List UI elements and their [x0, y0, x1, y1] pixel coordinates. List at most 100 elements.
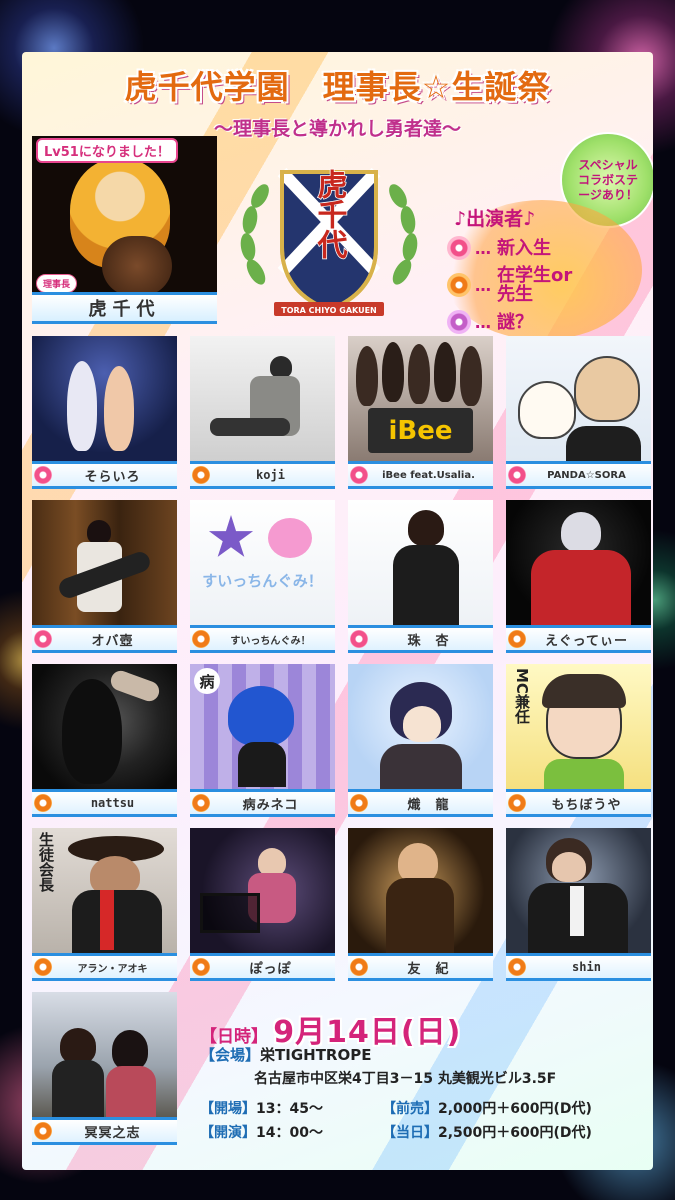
performer-name: PANDA☆SORA [547, 469, 626, 481]
performer-card: ぽっぽ [190, 828, 335, 983]
orange-flower-icon [508, 794, 526, 812]
door-price: 2,500円＋600円(D代) [438, 1125, 592, 1141]
performer-card: すいっちんぐみ！ すいっちんぐみ！ [190, 500, 335, 655]
orange-flower-icon [192, 794, 210, 812]
performer-name: nattsu [90, 796, 135, 810]
performer-name: 珠 杏 [407, 633, 450, 649]
venue-address: 名古屋市中区栄4丁目3－15 丸美観光ビル3.5F [254, 1071, 557, 1087]
pink-flower-icon [508, 466, 526, 484]
open-time-row: 【開場】13：45〜 [200, 1098, 323, 1118]
performer-card: 熾 龍 [348, 664, 493, 819]
performer-photo: iBee [348, 336, 493, 461]
cast-legend-item: … 在学生or先生 [447, 266, 577, 304]
performer-name: そらいろ [84, 469, 141, 485]
performer-name: 病みネコ [242, 797, 299, 813]
orange-flower-icon [447, 273, 471, 297]
performer-name: iBee feat.Usalia. [382, 469, 475, 481]
performer-name-bar: 病みネコ [190, 789, 335, 817]
performer-card: 友 紀 [348, 828, 493, 983]
performer-card: えぐってぃー [506, 500, 651, 655]
performer-card: 冥冥之志 [32, 992, 177, 1147]
start-time: 14：00〜 [256, 1125, 323, 1141]
orange-flower-icon [508, 958, 526, 976]
performer-name: 冥冥之志 [84, 1125, 141, 1141]
performer-name-bar: アラン・アオキ [32, 953, 177, 981]
special-collab-text: スペシャルコラボステージあり！ [577, 157, 638, 202]
performer-photo: MC兼任 [506, 664, 651, 789]
group-logo: すいっちんぐみ！ [202, 572, 323, 590]
performer-card: MC兼任 もちぼうや [506, 664, 651, 819]
pink-flower-icon [34, 630, 52, 648]
performer-name: もちぼうや [551, 797, 622, 813]
ill-badge: 病 [194, 668, 220, 694]
performer-photo [348, 828, 493, 953]
performer-card: 病 病みネコ [190, 664, 335, 819]
performer-photo [506, 336, 651, 461]
venue-label: 【会場】 [200, 1046, 261, 1064]
emblem-ribbon: TORA CHIYO GAKUEN [281, 306, 377, 315]
orange-flower-icon [350, 958, 368, 976]
performer-photo [506, 828, 651, 953]
mc-tag: MC兼任 [513, 668, 531, 724]
performer-name-bar: そらいろ [32, 461, 177, 489]
performer-name: すいっちんぐみ！ [230, 635, 311, 647]
orange-flower-icon [34, 958, 52, 976]
performer-name-bar: 熾 龍 [348, 789, 493, 817]
performer-photo [32, 336, 177, 461]
performer-card: 珠 杏 [348, 500, 493, 655]
orange-flower-icon [192, 958, 210, 976]
student-council-tag: 生徒会長 [37, 832, 55, 892]
advance-price-row: 【前売】2,000円＋600円(D代) [382, 1098, 592, 1118]
performer-photo [190, 828, 335, 953]
orange-flower-icon [34, 1122, 52, 1140]
legend-label: 謎？ [497, 311, 533, 333]
performer-name: えぐってぃー [545, 633, 628, 649]
open-label: 【開場】 [200, 1101, 256, 1117]
orange-flower-icon [350, 794, 368, 812]
performer-name-bar: えぐってぃー [506, 625, 651, 653]
performer-photo [32, 664, 177, 789]
event-poster: 虎千代学園 理事長☆生誕祭 〜理事長と導かれし勇者達〜 Lv51になりました！ … [22, 52, 653, 1170]
group-logo: iBee [368, 408, 473, 453]
hero-badge: 理事長 [36, 274, 78, 293]
cast-legend-item: … 謎？ [447, 310, 533, 334]
performer-photo: 生徒会長 [32, 828, 177, 953]
performer-photo [190, 336, 335, 461]
performer-card: iBee iBee feat.Usalia. [348, 336, 493, 491]
event-venue: 【会場】栄TIGHTROPE [200, 1044, 371, 1065]
emblem-text: 虎千代 [312, 169, 349, 259]
purple-flower-icon [447, 310, 471, 334]
performer-name-bar: 冥冥之志 [32, 1117, 177, 1145]
open-time: 13：45〜 [256, 1101, 323, 1117]
pink-flower-icon [350, 630, 368, 648]
door-label: 【当日】 [382, 1125, 438, 1141]
performer-name: shin [572, 960, 601, 974]
venue-name: 栄TIGHTROPE [260, 1046, 372, 1064]
start-time-row: 【開演】14：00〜 [200, 1122, 323, 1142]
performer-card: そらいろ [32, 336, 177, 491]
performer-photo [348, 664, 493, 789]
performer-name-bar: koji [190, 461, 335, 489]
performer-name-bar: オバ壺 [32, 625, 177, 653]
performer-name: オバ壺 [91, 633, 134, 649]
legend-dots: … [475, 312, 491, 332]
orange-flower-icon [34, 794, 52, 812]
performer-card: オバ壺 [32, 500, 177, 655]
performer-card: nattsu [32, 664, 177, 819]
hero-microphone-hand [102, 236, 172, 296]
hero-name-bar: 虎千代 [32, 292, 217, 324]
performer-photo [506, 500, 651, 625]
performer-name: koji [256, 468, 285, 482]
performer-name-bar: すいっちんぐみ！ [190, 625, 335, 653]
performer-photo: 病 [190, 664, 335, 789]
event-title: 虎千代学園 理事長☆生誕祭 [124, 68, 551, 106]
performer-name: 熾 龍 [407, 797, 450, 813]
performer-name-bar: iBee feat.Usalia. [348, 461, 493, 489]
pink-flower-icon [447, 236, 471, 260]
advance-label: 【前売】 [382, 1101, 438, 1117]
performer-name-bar: ぽっぽ [190, 953, 335, 981]
performer-name: ぽっぽ [249, 961, 292, 977]
performer-photo: すいっちんぐみ！ [190, 500, 335, 625]
orange-flower-icon [192, 466, 210, 484]
performer-photo [32, 992, 177, 1117]
